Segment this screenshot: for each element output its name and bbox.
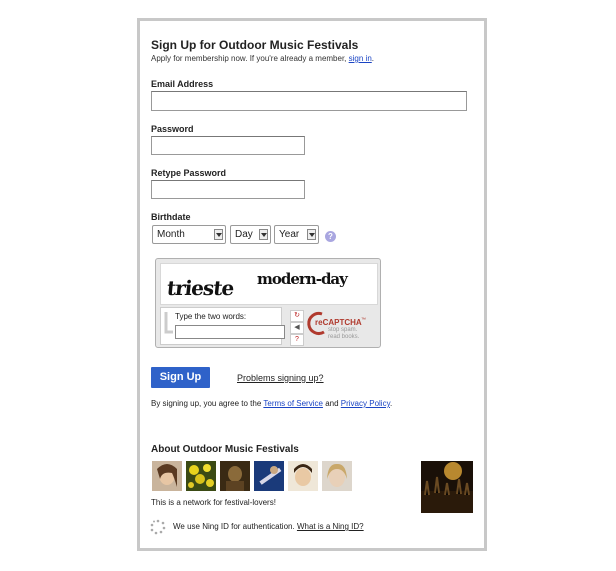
and-text: and	[325, 399, 339, 408]
problems-signing-up-link[interactable]: Problems signing up?	[237, 373, 324, 383]
birthdate-label: Birthdate	[151, 212, 191, 222]
recaptcha-tagline-2: read books.	[328, 334, 360, 340]
refresh-icon[interactable]: ↻	[290, 310, 304, 322]
captcha-input[interactable]	[175, 325, 285, 339]
recaptcha-logo: reCAPTCHA ™ stop spam. read books.	[306, 309, 376, 343]
month-select[interactable]: Month	[152, 225, 226, 244]
concert-crowd-image	[421, 461, 473, 513]
chevron-down-icon	[259, 229, 268, 240]
ning-text: We use Ning ID for authentication.	[173, 522, 295, 531]
member-photo-5[interactable]	[288, 461, 318, 491]
member-photo-6[interactable]	[322, 461, 352, 491]
captcha-word-1: trieste	[165, 276, 235, 300]
ning-logo-icon	[150, 519, 166, 535]
subtitle-end: .	[371, 54, 374, 63]
recaptcha-tagline-1: stop spam.	[328, 327, 358, 333]
retype-password-field[interactable]	[151, 180, 305, 199]
signup-card: Sign Up for Outdoor Music Festivals Appl…	[137, 18, 487, 551]
captcha-help-icon[interactable]: ?	[290, 334, 304, 346]
member-photo-3[interactable]	[220, 461, 250, 491]
ning-footer: We use Ning ID for authentication. What …	[173, 522, 364, 531]
terms-of-service-link[interactable]: Terms of Service	[263, 399, 323, 408]
member-photo-2[interactable]	[186, 461, 216, 491]
arrow-icon	[164, 312, 173, 334]
what-is-ning-id-link[interactable]: What is a Ning ID?	[297, 522, 364, 531]
feature-photo[interactable]	[421, 461, 473, 513]
member-photo-1[interactable]	[152, 461, 182, 491]
form-title: Sign Up for Outdoor Music Festivals	[151, 38, 359, 52]
email-label: Email Address	[151, 79, 214, 89]
chevron-down-icon	[307, 229, 316, 240]
day-select-value: Day	[235, 229, 253, 240]
month-select-value: Month	[157, 229, 185, 240]
captcha-input-box: Type the two words:	[160, 307, 285, 345]
subtitle-text: Apply for membership now. If you're alre…	[151, 54, 347, 63]
agree-end: .	[389, 399, 393, 408]
form-subtitle: Apply for membership now. If you're alre…	[151, 54, 374, 63]
recaptcha-tm: ™	[361, 317, 366, 323]
help-icon[interactable]: ?	[325, 231, 336, 242]
password-label: Password	[151, 124, 194, 134]
recaptcha-brand: reCAPTCHA	[315, 318, 362, 327]
retype-password-label: Retype Password	[151, 168, 227, 178]
captcha-word-2: modern-day	[257, 270, 348, 288]
captcha-prompt: Type the two words:	[175, 312, 247, 321]
year-select[interactable]: Year	[274, 225, 319, 244]
audio-icon[interactable]: ◀	[290, 322, 304, 334]
captcha-image: trieste modern-day	[160, 263, 378, 305]
privacy-policy-link[interactable]: Privacy Policy	[341, 399, 390, 408]
recaptcha-widget: trieste modern-day Type the two words: ↻…	[155, 258, 381, 348]
year-select-value: Year	[279, 229, 300, 240]
day-select[interactable]: Day	[230, 225, 271, 244]
sign-up-button[interactable]: Sign Up	[151, 367, 210, 388]
email-field[interactable]	[151, 91, 467, 111]
member-photo-4[interactable]	[254, 461, 284, 491]
password-field[interactable]	[151, 136, 305, 155]
agreement-text: By signing up, you agree to the Terms of…	[151, 399, 392, 408]
sign-in-link[interactable]: sign in	[349, 54, 372, 63]
about-title: About Outdoor Music Festivals	[151, 444, 299, 455]
chevron-down-icon	[214, 229, 223, 240]
agree-text: By signing up, you agree to the	[151, 399, 262, 408]
about-description: This is a network for festival-lovers!	[151, 498, 276, 507]
